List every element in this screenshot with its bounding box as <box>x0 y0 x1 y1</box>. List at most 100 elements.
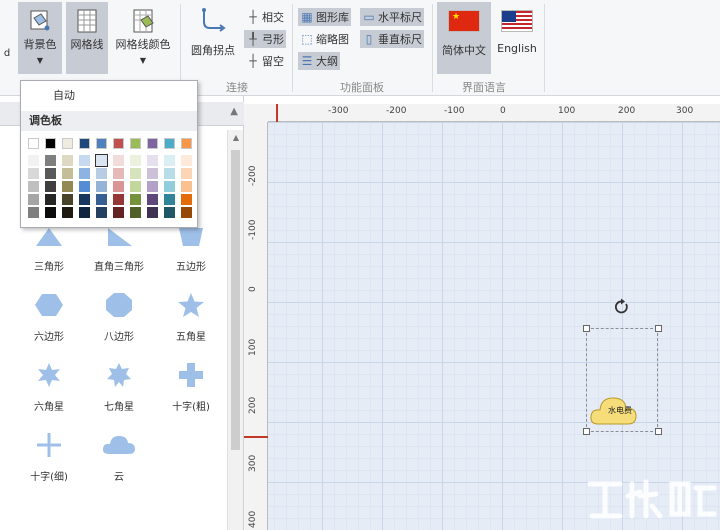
color-swatch[interactable] <box>96 194 107 205</box>
color-swatch[interactable] <box>147 207 158 218</box>
outline-button[interactable]: ☰ 大纲 <box>298 52 340 70</box>
color-swatch[interactable] <box>45 181 56 192</box>
color-swatch[interactable] <box>45 138 56 149</box>
color-swatch[interactable] <box>181 168 192 179</box>
color-swatch[interactable] <box>181 155 192 166</box>
color-swatch[interactable] <box>28 155 39 166</box>
shape-right-triangle[interactable]: 直角三角形 <box>84 226 154 273</box>
color-swatch[interactable] <box>95 154 108 167</box>
resize-handle[interactable] <box>583 325 590 332</box>
vertical-ruler-button[interactable]: ▯ 垂直标尺 <box>360 30 424 48</box>
color-swatch[interactable] <box>79 168 90 179</box>
color-swatch[interactable] <box>181 181 192 192</box>
ribbon-prev-button[interactable]: d <box>0 0 14 78</box>
color-swatch[interactable] <box>113 207 124 218</box>
color-swatch[interactable] <box>113 138 124 149</box>
color-swatch[interactable] <box>28 168 39 179</box>
color-swatch[interactable] <box>62 194 73 205</box>
color-swatch[interactable] <box>62 138 73 149</box>
color-swatch[interactable] <box>79 155 90 166</box>
color-swatch[interactable] <box>181 138 192 149</box>
color-swatch[interactable] <box>113 181 124 192</box>
shape-hexagon[interactable]: 六边形 <box>14 292 84 343</box>
cloud-text[interactable]: 水电费 <box>598 405 642 416</box>
scrollbar-thumb[interactable] <box>231 150 240 450</box>
panel-collapse-icon[interactable]: ▲ <box>230 106 238 117</box>
color-swatch[interactable] <box>113 155 124 166</box>
panel-scrollbar[interactable]: ▲ <box>227 130 243 530</box>
color-swatch[interactable] <box>96 138 107 149</box>
color-swatch[interactable] <box>45 155 56 166</box>
shape-seven-star[interactable]: 七角星 <box>84 362 154 413</box>
intersect-button[interactable]: ┼ 相交 <box>244 8 286 26</box>
color-swatch[interactable] <box>28 181 39 192</box>
horizontal-ruler-button[interactable]: ▭ 水平标尺 <box>360 8 424 26</box>
color-swatch[interactable] <box>28 194 39 205</box>
color-swatch[interactable] <box>147 168 158 179</box>
arc-icon: ╀ <box>249 32 257 46</box>
shape-library-button[interactable]: ▦ 图形库 <box>298 8 351 26</box>
color-swatch[interactable] <box>130 207 141 218</box>
color-swatch[interactable] <box>79 138 90 149</box>
scroll-up-icon[interactable]: ▲ <box>228 130 244 146</box>
shape-thin-cross[interactable]: 十字(细) <box>14 432 84 483</box>
color-swatch[interactable] <box>181 207 192 218</box>
color-swatch[interactable] <box>62 207 73 218</box>
lang-chinese-button[interactable]: 简体中文 <box>437 2 491 74</box>
color-swatch[interactable] <box>164 138 175 149</box>
color-swatch[interactable] <box>96 181 107 192</box>
color-swatch[interactable] <box>79 194 90 205</box>
thumbnail-button[interactable]: ⬚ 缩略图 <box>298 30 351 48</box>
resize-handle[interactable] <box>655 428 662 435</box>
color-swatch[interactable] <box>28 207 39 218</box>
color-swatch[interactable] <box>164 194 175 205</box>
shape-octagon[interactable]: 八边形 <box>84 292 154 343</box>
color-swatch[interactable] <box>45 194 56 205</box>
horizontal-ruler[interactable]: -300 -200 -100 0 100 200 300 <box>268 104 720 122</box>
color-swatch[interactable] <box>79 181 90 192</box>
rotate-handle-icon[interactable] <box>614 298 630 316</box>
color-swatch[interactable] <box>147 138 158 149</box>
color-swatch[interactable] <box>147 194 158 205</box>
gap-button[interactable]: ┼ 留空 <box>244 52 286 70</box>
color-swatch[interactable] <box>96 168 107 179</box>
color-swatch[interactable] <box>62 168 73 179</box>
shape-thick-cross[interactable]: 十字(粗) <box>156 362 226 413</box>
shape-pentagon[interactable]: 五边形 <box>156 226 226 273</box>
resize-handle[interactable] <box>655 325 662 332</box>
grid-lines-button[interactable]: 网格线 <box>66 2 108 74</box>
auto-color-option[interactable]: 自动 <box>21 81 197 111</box>
background-color-button[interactable]: 背景色 ▼ <box>18 2 62 74</box>
color-swatch[interactable] <box>164 155 175 166</box>
shape-five-star[interactable]: 五角星 <box>156 292 226 343</box>
color-swatch[interactable] <box>130 181 141 192</box>
shape-triangle[interactable]: 三角形 <box>14 226 84 273</box>
color-swatch[interactable] <box>113 168 124 179</box>
color-swatch[interactable] <box>62 181 73 192</box>
color-swatch[interactable] <box>96 207 107 218</box>
color-swatch[interactable] <box>28 138 39 149</box>
arc-button[interactable]: ╀ 弓形 <box>244 30 286 48</box>
color-swatch[interactable] <box>147 181 158 192</box>
color-swatch[interactable] <box>113 194 124 205</box>
resize-handle[interactable] <box>583 428 590 435</box>
color-swatch[interactable] <box>62 155 73 166</box>
color-swatch[interactable] <box>147 155 158 166</box>
color-swatch[interactable] <box>164 207 175 218</box>
color-swatch[interactable] <box>130 138 141 149</box>
rounded-corner-button[interactable]: 圆角拐点 <box>186 2 240 64</box>
color-swatch[interactable] <box>79 207 90 218</box>
color-swatch[interactable] <box>130 194 141 205</box>
color-swatch[interactable] <box>164 168 175 179</box>
color-swatch[interactable] <box>45 168 56 179</box>
shape-cloud[interactable]: 云 <box>84 432 154 483</box>
grid-color-button[interactable]: 网格线颜色 ▼ <box>112 2 174 74</box>
shape-six-star[interactable]: 六角星 <box>14 362 84 413</box>
lang-english-button[interactable]: English <box>493 2 541 74</box>
color-swatch[interactable] <box>130 168 141 179</box>
color-swatch[interactable] <box>130 155 141 166</box>
color-swatch[interactable] <box>164 181 175 192</box>
color-swatch[interactable] <box>181 194 192 205</box>
color-swatch[interactable] <box>45 207 56 218</box>
vertical-ruler[interactable]: -200 -100 0 100 200 300 400 <box>244 122 268 530</box>
